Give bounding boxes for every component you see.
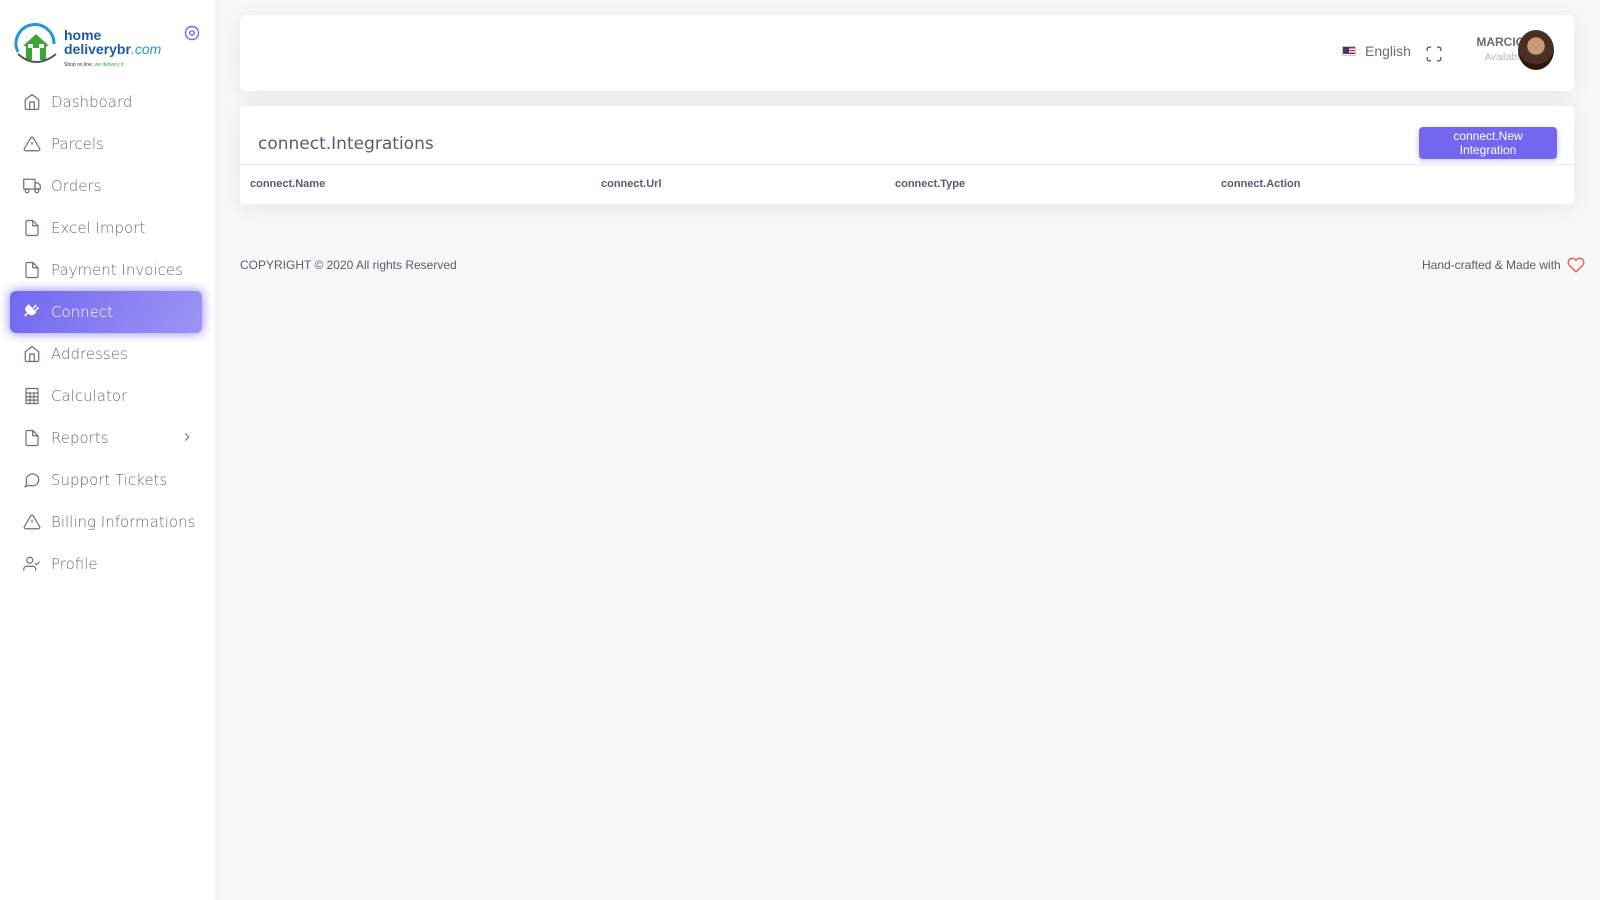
- sidebar-nav: Dashboard Parcels Orders Excel Import Pa…: [10, 81, 202, 585]
- collapse-toggle-icon[interactable]: [184, 25, 200, 41]
- sidebar-item-billing-informations[interactable]: Billing Informations: [10, 501, 202, 543]
- brand-tagline-a: Shop on line,: [64, 62, 95, 68]
- sidebar-item-parcels[interactable]: Parcels: [10, 123, 202, 165]
- sidebar-item-profile[interactable]: Profile: [10, 543, 202, 585]
- sidebar-item-label: Reports: [51, 429, 109, 447]
- file-icon: [23, 219, 41, 237]
- avatar[interactable]: [1518, 30, 1554, 70]
- brand-tagline: Shop on line, we delivery it: [64, 58, 161, 72]
- brand-line2: deliverybr.com: [64, 42, 161, 56]
- calculator-icon: [23, 387, 41, 405]
- sidebar-item-reports[interactable]: Reports: [10, 417, 202, 459]
- sidebar-item-dashboard[interactable]: Dashboard: [10, 81, 202, 123]
- sidebar-item-payment-invoices[interactable]: Payment Invoices: [10, 249, 202, 291]
- chevron-right-icon[interactable]: [180, 430, 194, 444]
- user-info[interactable]: MARCIO Available: [1415, 35, 1525, 63]
- alert-triangle-icon: [23, 135, 41, 153]
- sidebar-item-addresses[interactable]: Addresses: [10, 333, 202, 375]
- file-icon: [23, 429, 41, 447]
- message-circle-icon: [23, 471, 41, 489]
- sidebar-item-label: Support Tickets: [51, 471, 168, 489]
- brand-logo[interactable]: home deliverybr.com Shop on line, we del…: [14, 22, 174, 72]
- user-status: Available: [1484, 52, 1525, 63]
- sidebar-item-label: Addresses: [51, 345, 128, 363]
- language-dropdown[interactable]: English: [1342, 43, 1411, 59]
- column-header-name[interactable]: connect.Name: [250, 178, 325, 190]
- language-label: English: [1365, 43, 1411, 59]
- sidebar-item-label: Billing Informations: [51, 513, 196, 531]
- sidebar-item-label: Dashboard: [51, 93, 133, 111]
- sidebar-item-support-tickets[interactable]: Support Tickets: [10, 459, 202, 501]
- sidebar-item-label: Calculator: [51, 387, 128, 405]
- house-logo-icon: [14, 23, 57, 63]
- footer-copyright: COPYRIGHT © 2020 All rights Reserved: [240, 258, 457, 272]
- plug-icon: [23, 303, 41, 321]
- sidebar-item-connect[interactable]: Connect: [10, 291, 202, 333]
- sidebar-item-calculator[interactable]: Calculator: [10, 375, 202, 417]
- footer-crafted-text: Hand-crafted & Made with: [1422, 258, 1561, 272]
- footer-crafted: Hand-crafted & Made with: [1422, 256, 1585, 274]
- us-flag-icon: [1342, 46, 1356, 56]
- user-check-icon: [23, 555, 41, 573]
- home-icon: [23, 93, 41, 111]
- brand-tagline-b: we delivery it: [94, 62, 124, 68]
- column-header-url[interactable]: connect.Url: [601, 178, 662, 190]
- home-icon: [23, 345, 41, 363]
- integrations-card: connect.Integrations connect.New Integra…: [240, 106, 1574, 204]
- sidebar-item-excel-import[interactable]: Excel Import: [10, 207, 202, 249]
- truck-icon: [23, 177, 41, 195]
- brand-line2-suffix: .com: [130, 41, 162, 57]
- brand-line1: home: [64, 27, 102, 43]
- page-title: connect.Integrations: [258, 134, 434, 154]
- sidebar-item-label: Orders: [51, 177, 102, 195]
- sidebar-item-label: Connect: [51, 303, 114, 321]
- brand-text: home deliverybr.com Shop on line, we del…: [64, 28, 161, 72]
- alert-triangle-icon: [23, 513, 41, 531]
- column-header-action[interactable]: connect.Action: [1221, 178, 1300, 190]
- heart-icon: [1567, 257, 1585, 273]
- brand-line2-main: deliverybr: [64, 41, 131, 57]
- sidebar-item-label: Profile: [51, 555, 98, 573]
- new-integration-button[interactable]: connect.New Integration: [1419, 127, 1557, 159]
- top-navbar: English MARCIO Available: [240, 15, 1574, 91]
- sidebar-item-label: Parcels: [51, 135, 104, 153]
- sidebar-item-label: Payment Invoices: [51, 261, 183, 279]
- column-header-type[interactable]: connect.Type: [895, 178, 965, 190]
- user-name: MARCIO: [1476, 35, 1525, 49]
- sidebar-item-orders[interactable]: Orders: [10, 165, 202, 207]
- file-icon: [23, 261, 41, 279]
- sidebar-item-label: Excel Import: [51, 219, 146, 237]
- sidebar: home deliverybr.com Shop on line, we del…: [0, 0, 215, 900]
- table-header: connect.Name connect.Url connect.Type co…: [240, 165, 1574, 204]
